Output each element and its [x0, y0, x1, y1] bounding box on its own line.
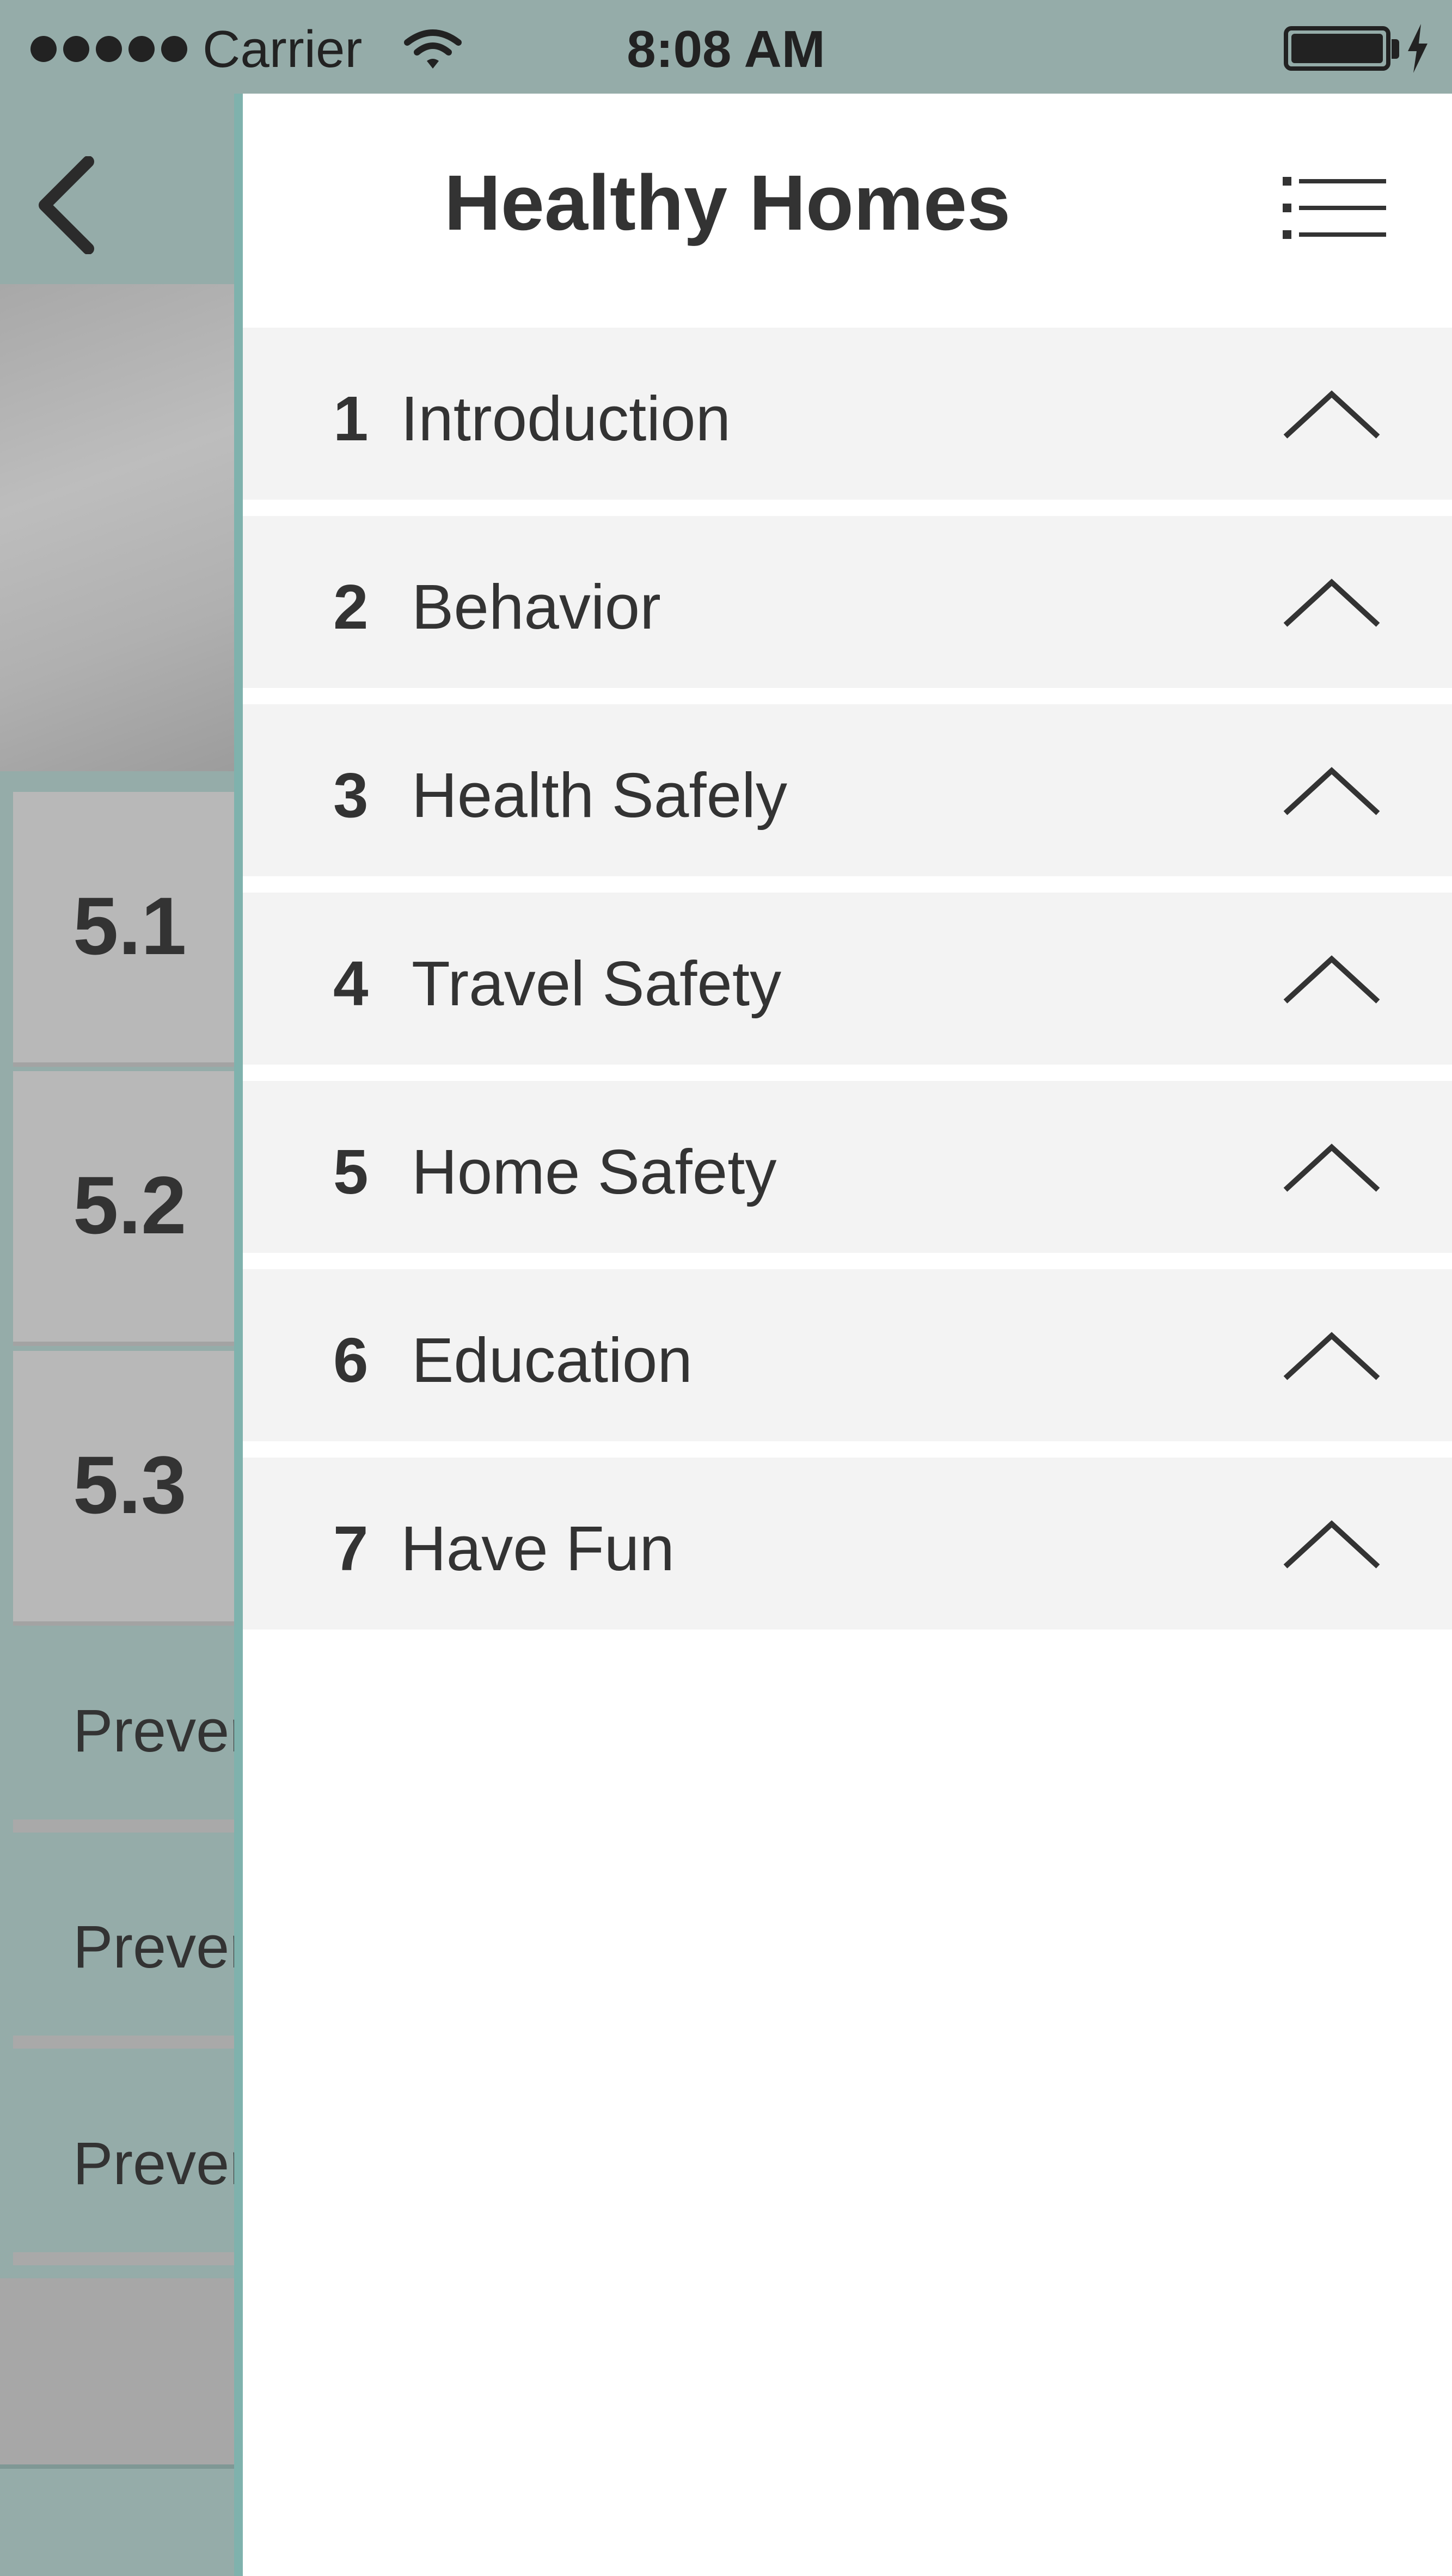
- section-row[interactable]: 5.3: [13, 1351, 243, 1626]
- drawer-title: Healthy Homes: [444, 159, 1011, 247]
- chapter-item-health-safely[interactable]: 3 Health Safely: [243, 704, 1452, 876]
- drawer-header: Healthy Homes: [243, 94, 1452, 328]
- section-row[interactable]: 5.2: [13, 1071, 243, 1346]
- chevron-up-icon[interactable]: [1280, 1141, 1383, 1195]
- list-icon[interactable]: [1283, 173, 1386, 243]
- chevron-up-icon[interactable]: [1280, 952, 1383, 1007]
- chapter-item-introduction[interactable]: 1 Introduction: [243, 328, 1452, 500]
- chapter-number: 6: [333, 1325, 369, 1395]
- list-item-label: Prever: [73, 1914, 243, 1981]
- chapter-label: Have Fun: [401, 1513, 675, 1584]
- chevron-up-icon[interactable]: [1280, 764, 1383, 819]
- footer-band: [0, 2278, 243, 2469]
- section-number: 5.3: [73, 1439, 187, 1530]
- chevron-up-icon[interactable]: [1280, 1329, 1383, 1384]
- chevron-up-icon[interactable]: [1280, 576, 1383, 630]
- chapter-label: Travel Safety: [412, 948, 782, 1019]
- back-chevron-icon[interactable]: [34, 156, 99, 254]
- chapter-item-education[interactable]: 6 Education: [243, 1269, 1452, 1441]
- chapter-item-home-safety[interactable]: 5 Home Safety: [243, 1081, 1452, 1253]
- section-row[interactable]: 5.1: [13, 792, 243, 1067]
- chevron-up-icon[interactable]: [1280, 388, 1383, 442]
- chapter-label: Education: [412, 1325, 693, 1395]
- list-item[interactable]: Prever: [13, 1631, 243, 1833]
- list-item[interactable]: Prever: [13, 1847, 243, 2049]
- charging-bolt-icon: [1408, 24, 1428, 73]
- chapter-label: Introduction: [401, 383, 731, 454]
- section-number: 5.2: [73, 1159, 187, 1251]
- chapter-item-behavior[interactable]: 2 Behavior: [243, 516, 1452, 688]
- hero-image: [0, 284, 243, 771]
- chapter-item-travel-safety[interactable]: 4 Travel Safety: [243, 893, 1452, 1065]
- battery-icon: [1284, 26, 1390, 71]
- section-number: 5.1: [73, 880, 187, 972]
- chapter-number: 5: [333, 1136, 369, 1207]
- drawer-edge: [234, 94, 243, 2576]
- status-bar: Carrier 8:08 AM: [0, 0, 1452, 94]
- navigation-drawer: Healthy Homes 1 Introduction 2 Behavior …: [243, 94, 1452, 2576]
- chapter-list: 1 Introduction 2 Behavior 3 Health Safel…: [243, 328, 1452, 1646]
- battery-terminal: [1392, 39, 1399, 59]
- chapter-number: 3: [333, 760, 369, 831]
- chapter-number: 1: [333, 383, 369, 454]
- list-item-label: Prever: [73, 2130, 243, 2197]
- chapter-number: 7: [333, 1513, 369, 1584]
- chevron-up-icon[interactable]: [1280, 1517, 1383, 1572]
- chapter-item-have-fun[interactable]: 7 Have Fun: [243, 1458, 1452, 1630]
- status-time: 8:08 AM: [627, 20, 825, 78]
- chapter-number: 2: [333, 571, 369, 642]
- list-item[interactable]: Prever: [13, 2064, 243, 2265]
- chapter-label: Home Safety: [412, 1136, 777, 1207]
- list-item-label: Prever: [73, 1698, 243, 1765]
- chapter-label: Behavior: [412, 571, 661, 642]
- background-page: 5.1 5.2 5.3 Prever Prever Prever: [0, 94, 243, 2576]
- chapter-label: Health Safely: [412, 760, 787, 831]
- chapter-number: 4: [333, 948, 369, 1019]
